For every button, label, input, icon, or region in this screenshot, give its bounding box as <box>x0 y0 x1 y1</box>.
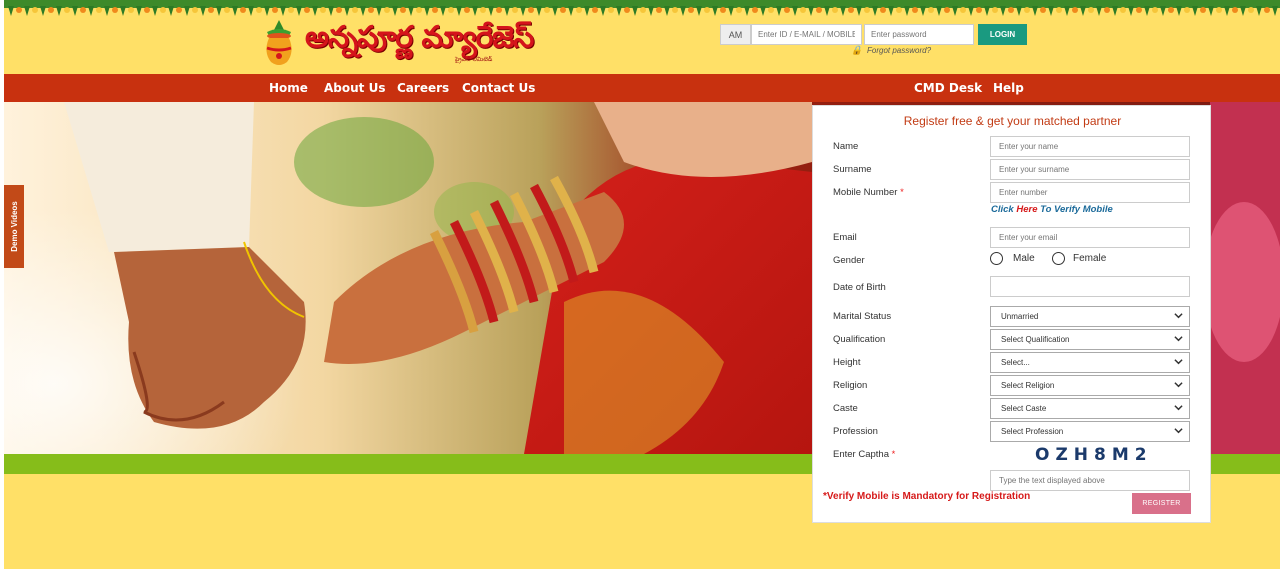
verify-rest-text: To Verify Mobile <box>1040 204 1113 215</box>
email-label: Email <box>833 232 857 243</box>
form-title: Register free & get your matched partner <box>903 114 1122 128</box>
caste-label: Caste <box>833 403 858 414</box>
registration-form: Register free & get your matched partner… <box>812 105 1211 523</box>
profession-select[interactable]: Select Profession <box>990 421 1190 442</box>
chevron-down-icon <box>1174 336 1183 342</box>
dob-label: Date of Birth <box>833 282 886 293</box>
register-button[interactable]: REGISTER <box>1132 493 1191 514</box>
kalash-icon <box>266 20 292 65</box>
marital-status-select[interactable]: Unmarried <box>990 306 1190 327</box>
caste-select[interactable]: Select Caste <box>990 398 1190 419</box>
brand-logo[interactable]: అన్నపూర్ణ మ్యారేజెస్ ప్రైవేట్ లిమిటెడ్ <box>261 18 534 70</box>
gender-label: Gender <box>833 255 865 266</box>
dob-input[interactable] <box>990 276 1190 297</box>
nav-home[interactable]: Home <box>269 74 308 102</box>
mobile-label-text: Mobile Number <box>833 187 898 198</box>
main-nav: Home About Us Careers Contact Us CMD Des… <box>4 74 1280 102</box>
login-password-input[interactable] <box>864 24 974 45</box>
nav-about-us[interactable]: About Us <box>324 74 385 102</box>
forgot-password-link[interactable]: 🔒 Forgot password? <box>851 45 932 55</box>
page: అన్నపూర్ణ మ్యారేజెస్ ప్రైవేట్ లిమిటెడ్ A… <box>4 0 1280 569</box>
qualification-select[interactable]: Select Qualification <box>990 329 1190 350</box>
religion-value: Select Religion <box>1001 381 1055 390</box>
captcha-label-text: Enter Captha <box>833 449 889 460</box>
brand-tagline: ప్రైవేట్ లిమిటెడ్ <box>455 56 493 63</box>
qualification-label: Qualification <box>833 334 886 345</box>
gender-male-radio[interactable] <box>990 252 1003 265</box>
nav-contact-us[interactable]: Contact Us <box>462 74 535 102</box>
email-input[interactable] <box>990 227 1190 248</box>
chevron-down-icon <box>1174 382 1183 388</box>
surname-input[interactable] <box>990 159 1190 180</box>
nav-careers[interactable]: Careers <box>397 74 449 102</box>
marital-status-label: Marital Status <box>833 311 892 322</box>
lock-icon: 🔒 <box>851 45 863 55</box>
caste-value: Select Caste <box>1001 404 1047 413</box>
marital-status-value: Unmarried <box>1001 312 1039 321</box>
qualification-value: Select Qualification <box>1001 335 1070 344</box>
height-value: Select... <box>1001 358 1030 367</box>
chevron-down-icon <box>1174 359 1183 365</box>
gender-female-radio[interactable] <box>1052 252 1065 265</box>
forgot-password-text: Forgot password? <box>867 46 932 55</box>
gender-female-label: Female <box>1073 253 1107 264</box>
chevron-down-icon <box>1174 428 1183 434</box>
gender-male-label: Male <box>1013 253 1035 264</box>
religion-select[interactable]: Select Religion <box>990 375 1190 396</box>
demo-videos-label: Demo Videos <box>9 201 19 252</box>
mobile-label: Mobile Number * <box>833 187 904 198</box>
demo-videos-tab[interactable]: Demo Videos <box>4 185 24 268</box>
profession-value: Select Profession <box>1001 427 1064 436</box>
required-mark: * <box>891 449 896 460</box>
decorative-garland-border <box>4 0 1280 16</box>
mandatory-note: *Verify Mobile is Mandatory for Registra… <box>823 491 1031 502</box>
height-label: Height <box>833 357 861 368</box>
required-mark: * <box>900 187 904 198</box>
nav-cmd-desk[interactable]: CMD Desk <box>914 74 982 102</box>
verify-here-link[interactable]: Here <box>1016 204 1037 215</box>
profession-label: Profession <box>833 426 878 437</box>
nav-help[interactable]: Help <box>993 74 1024 102</box>
login-id-prefix: AM <box>720 24 751 45</box>
religion-label: Religion <box>833 380 868 391</box>
name-input[interactable] <box>990 136 1190 157</box>
surname-label: Surname <box>833 164 872 175</box>
chevron-down-icon <box>1174 313 1183 319</box>
name-label: Name <box>833 141 859 152</box>
login-button[interactable]: LOGIN <box>978 24 1027 45</box>
chevron-down-icon <box>1174 405 1183 411</box>
captcha-label: Enter Captha * <box>833 449 895 460</box>
captcha-code: OZH8M2 <box>1035 445 1153 465</box>
height-select[interactable]: Select... <box>990 352 1190 373</box>
mobile-input[interactable] <box>990 182 1190 203</box>
verify-mobile-link[interactable]: Click Here To Verify Mobile <box>991 204 1113 215</box>
verify-click-text: Click <box>991 204 1014 215</box>
brand-name: అన్నపూర్ణ మ్యారేజెస్ <box>305 20 534 55</box>
login-id-input[interactable] <box>751 24 862 45</box>
captcha-input[interactable] <box>990 470 1190 491</box>
